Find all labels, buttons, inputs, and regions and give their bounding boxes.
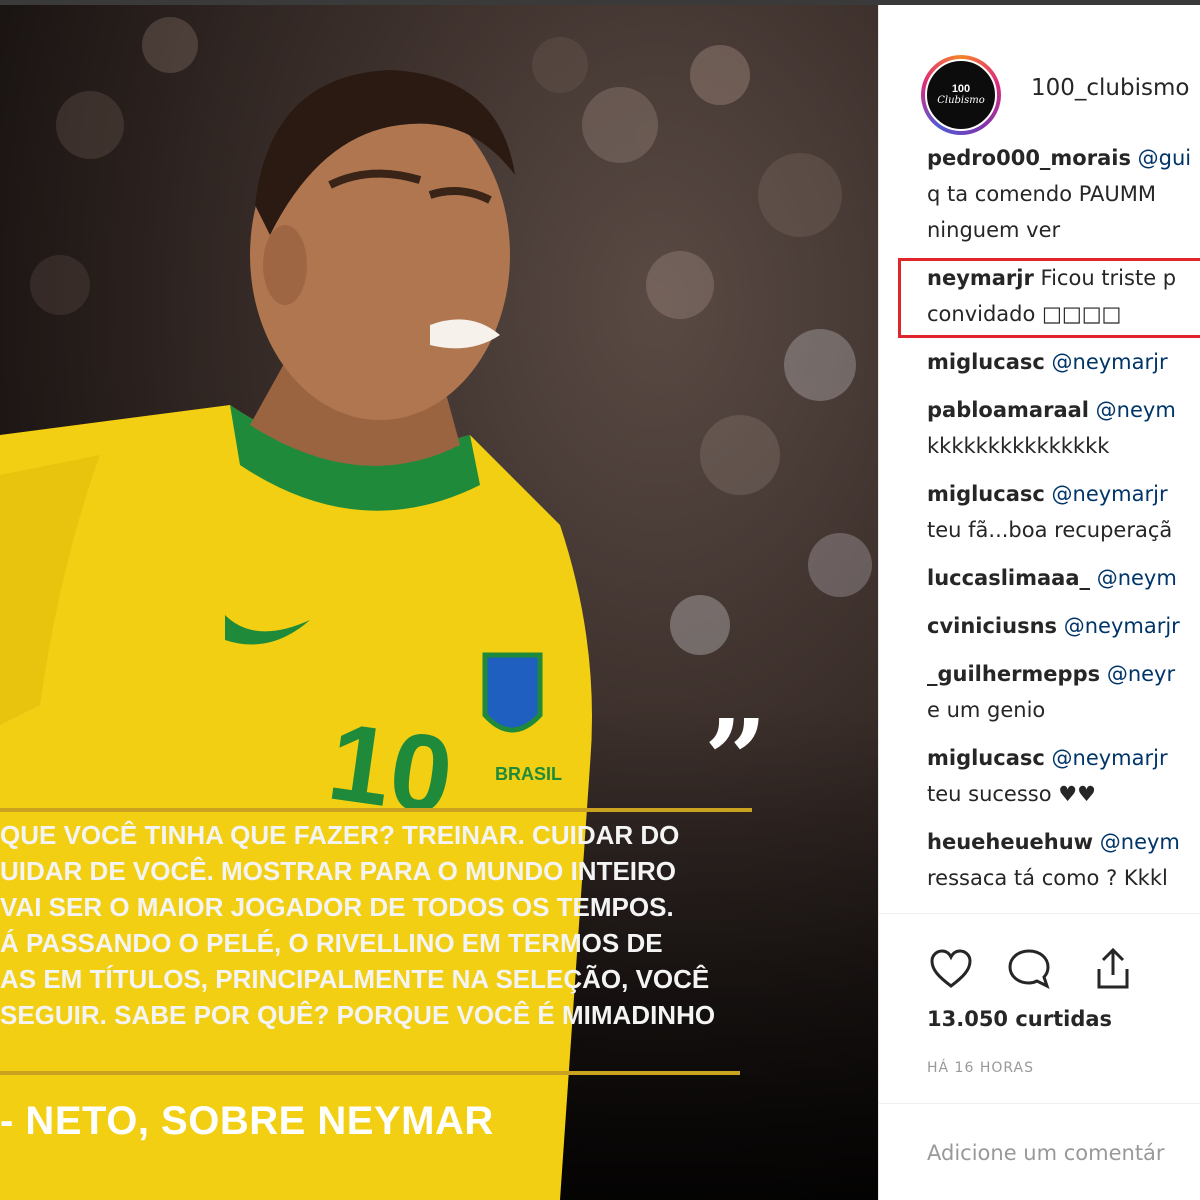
post-timestamp: HÁ 16 HORAS [927,1060,1034,1076]
post-header: 100 Clubismo 100_clubismo [879,5,1200,155]
post-image[interactable]: 10 BRASIL ” QUE VOCÊ TINHA QUE FAZER? TR… [0,5,878,1200]
comment: pabloamaraal @neym kkkkkkkkkkkkkkk [927,392,1200,464]
comment-bubble-icon[interactable] [1005,945,1053,993]
avatar-logo-number: 100 [951,82,971,95]
comment: luccaslimaaa_ @neym [927,560,1200,596]
quote-line: UIDAR DE VOCÊ. MOSTRAR PARA O MUNDO INTE… [0,856,677,886]
comment-username[interactable]: pedro000_morais [927,146,1131,170]
comment-username[interactable]: heueheuehuw [927,830,1093,854]
avatar-logo: 100 Clubismo [925,59,997,131]
comment-username[interactable]: cviniciusns [927,614,1057,638]
comment-username[interactable]: pabloamaraal [927,398,1089,422]
comment-mention[interactable]: @neym [1100,830,1180,854]
comment: cviniciusns @neymarjr [927,608,1200,644]
comment: pedro000_morais @gui q ta comendo PAUMM … [927,140,1200,248]
comment-text: teu fã...boa recuperaçã [927,518,1173,542]
comment: heueheuehuw @neym ressaca tá como ? Kkkl [927,824,1200,896]
comment-username[interactable]: miglucasc [927,482,1045,506]
quote-line: AS EM TÍTULOS, PRINCIPALMENTE NA SELEÇÃO… [0,964,710,994]
avatar[interactable]: 100 Clubismo [921,55,1001,135]
share-icon[interactable] [1089,945,1137,993]
quote-line: Á PASSANDO O PELÉ, O RIVELLINO EM TERMOS… [0,928,663,958]
comment-mention[interactable]: @neyr [1107,662,1175,686]
comment-text: ressaca tá como ? Kkkl [927,866,1168,890]
add-comment-input[interactable] [927,1133,1200,1173]
heart-icon[interactable] [927,945,975,993]
quote-line: QUE VOCÊ TINHA QUE FAZER? TREINAR. CUIDA… [0,820,680,850]
comment-mention[interactable]: @neymarjr [1064,614,1180,638]
comment-text: q ta comendo PAUMM [927,182,1157,206]
comment-mention[interactable]: @neymarjr [1052,746,1168,770]
username-link[interactable]: 100_clubismo [1031,75,1189,101]
comment-mention[interactable]: @gui [1138,146,1191,170]
comment-mention[interactable]: @neym [1096,398,1176,422]
likes-count[interactable]: 13.050 curtidas [927,1007,1112,1031]
comment: miglucasc @neymarjr teu fã...boa recuper… [927,476,1200,548]
comment-username[interactable]: miglucasc [927,746,1045,770]
comment-divider [879,1103,1200,1104]
comment-username[interactable]: luccaslimaaa_ [927,566,1090,590]
quote-line: VAI SER O MAIOR JOGADOR DE TODOS OS TEMP… [0,892,674,922]
quote-rule-top [0,808,752,812]
comment-text: e um genio [927,698,1046,722]
avatar-logo-word: Clubismo [937,94,985,106]
quote-rule-bottom [0,1071,740,1075]
highlight-annotation-box [898,258,1200,338]
comment-text: teu sucesso ♥♥ [927,782,1096,806]
comments-list: pedro000_morais @gui q ta comendo PAUMM … [927,140,1200,900]
quote-line: SEGUIR. SABE POR QUÊ? PORQUE VOCÊ É MIMA… [0,1000,716,1030]
comment-text: ninguem ver [927,218,1061,242]
actions-divider [879,913,1200,914]
quote-text: QUE VOCÊ TINHA QUE FAZER? TREINAR. CUIDA… [0,817,760,1033]
comment: _guilhermepps @neyr e um genio [927,656,1200,728]
crest-text: BRASIL [495,764,562,784]
comment: miglucasc @neymarjr teu sucesso ♥♥ [927,740,1200,812]
comment-mention[interactable]: @neymarjr [1052,350,1168,374]
comment-username[interactable]: _guilhermepps [927,662,1100,686]
side-panel: 100 Clubismo 100_clubismo pedro000_morai… [878,5,1200,1200]
comment: miglucasc @neymarjr [927,344,1200,380]
comment-username[interactable]: miglucasc [927,350,1045,374]
quote-mark-icon: ” [704,695,768,824]
quote-attribution: - NETO, SOBRE NEYMAR [0,1099,494,1143]
comment-text: kkkkkkkkkkkkkkk [927,434,1110,458]
comment-mention[interactable]: @neym [1097,566,1177,590]
comment-mention[interactable]: @neymarjr [1052,482,1168,506]
